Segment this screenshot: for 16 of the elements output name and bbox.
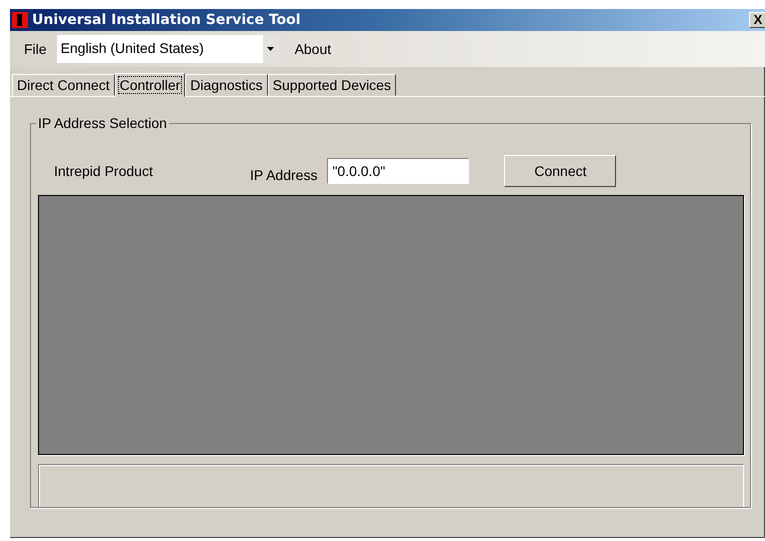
tab[interactable]: Controller	[114, 73, 186, 97]
ip-address-field[interactable]: "0.0.0.0"	[327, 158, 470, 184]
file-menu[interactable]: File	[24, 41, 47, 57]
tab[interactable]: Supported Devices	[268, 74, 396, 96]
ip-address-label: IP Address	[250, 167, 318, 183]
about-menu[interactable]: About	[294, 41, 332, 57]
tab[interactable]: Direct Connect	[12, 74, 115, 96]
window-title: Universal Installation Service Tool	[32, 12, 302, 28]
product-label: Intrepid Product	[54, 163, 154, 179]
caret-icon[interactable]	[262, 35, 279, 63]
language-dropdown[interactable]: English (United States)	[56, 35, 279, 63]
close-button[interactable]: X	[749, 12, 765, 28]
connect-button[interactable]: Connect	[504, 155, 616, 187]
tab[interactable]: Diagnostics	[185, 74, 268, 96]
app-icon	[12, 12, 28, 28]
group-title: IP Address Selection	[37, 115, 168, 131]
